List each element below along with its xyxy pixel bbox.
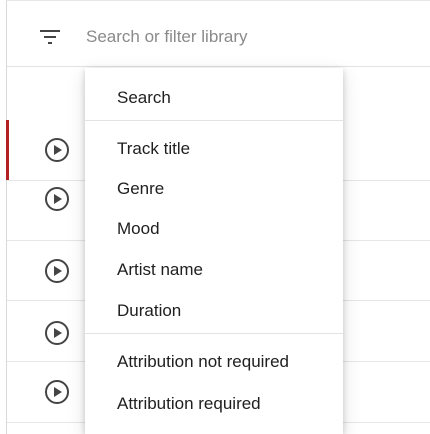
menu-divider (85, 120, 343, 121)
menu-divider (85, 333, 343, 334)
play-circle-icon[interactable] (43, 185, 71, 213)
search-input[interactable] (86, 23, 416, 51)
filter-list-icon[interactable] (39, 29, 63, 47)
play-circle-icon[interactable] (43, 319, 71, 347)
menu-item-search[interactable]: Search (117, 88, 171, 108)
menu-item-artist-name[interactable]: Artist name (117, 260, 203, 280)
menu-item-attribution-required[interactable]: Attribution required (117, 394, 261, 414)
menu-item-duration[interactable]: Duration (117, 301, 181, 321)
menu-item-track-title[interactable]: Track title (117, 139, 190, 159)
menu-item-attribution-not-required[interactable]: Attribution not required (117, 352, 289, 372)
menu-item-genre[interactable]: Genre (117, 179, 164, 199)
search-bar-divider (7, 66, 430, 67)
search-bar (7, 1, 430, 67)
play-circle-icon[interactable] (43, 378, 71, 406)
play-circle-icon[interactable] (43, 257, 71, 285)
menu-item-mood[interactable]: Mood (117, 219, 160, 239)
filter-dropdown-menu: Search Track title Genre Mood Artist nam… (85, 68, 343, 434)
play-circle-icon[interactable] (43, 136, 71, 164)
